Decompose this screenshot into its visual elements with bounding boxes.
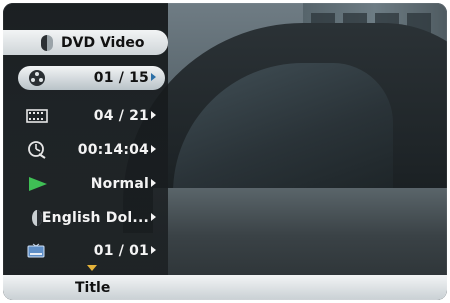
- osd-panel: DVD Video 01 / 15 04 / 21 00:14:04 Norma…: [3, 3, 168, 300]
- video-frame: DVD Video 01 / 15 04 / 21 00:14:04 Norma…: [3, 3, 447, 300]
- subtitle-row[interactable]: 01 / 01: [3, 239, 168, 263]
- audio-row[interactable]: English Dol...: [3, 206, 168, 230]
- play-icon: [25, 175, 49, 193]
- osd-header-title: DVD Video: [61, 34, 145, 51]
- film-strip-icon: [25, 107, 49, 125]
- osd-header: DVD Video: [3, 30, 168, 55]
- playback-mode-value: Normal: [91, 176, 156, 192]
- title-value: 04 / 21: [94, 108, 156, 124]
- scroll-down-arrow-icon[interactable]: [87, 265, 97, 271]
- film-reel-icon: [25, 69, 49, 87]
- subtitle-value: 01 / 01: [94, 243, 156, 259]
- chapter-value: 01 / 15: [94, 70, 156, 86]
- time-row[interactable]: 00:14:04: [3, 138, 168, 162]
- time-value: 00:14:04: [78, 142, 156, 158]
- disc-icon: [41, 34, 53, 51]
- subtitle-icon: [25, 242, 49, 260]
- playback-mode-row[interactable]: Normal: [3, 172, 168, 196]
- audio-value: English Dol...: [42, 210, 156, 226]
- osd-footer: Title: [3, 275, 447, 300]
- chapter-row[interactable]: 01 / 15: [18, 66, 165, 90]
- title-row[interactable]: 04 / 21: [3, 104, 168, 128]
- clock-icon: [25, 141, 49, 159]
- osd-footer-title: Title: [75, 279, 111, 296]
